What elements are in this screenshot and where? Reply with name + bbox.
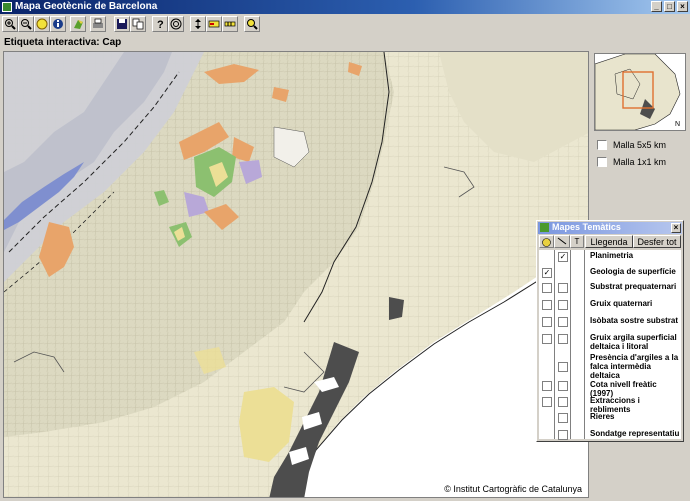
theme-checkbox[interactable] xyxy=(542,397,552,407)
close-button[interactable]: × xyxy=(677,1,688,12)
theme-label: Gruix argila superficial deltaica i lito… xyxy=(590,333,677,351)
window-title: Mapa Geotècnic de Barcelona xyxy=(15,1,158,12)
grid-5x5-checkbox[interactable] xyxy=(597,140,607,150)
thematic-maps-window: Mapes Temàtics × T Llegenda Desfer tot ✓… xyxy=(536,220,684,442)
search-icon[interactable] xyxy=(244,16,260,32)
map-copyright: © Institut Cartogràfic de Catalunya xyxy=(444,484,582,494)
theme-checkbox[interactable] xyxy=(542,334,552,344)
theme-label: Gruix quaternari xyxy=(590,299,653,308)
maximize-button[interactable]: □ xyxy=(664,1,675,12)
geological-map xyxy=(4,52,588,497)
pan-hand-icon[interactable] xyxy=(34,16,50,32)
title-bar: Mapa Geotècnic de Barcelona _ □ × xyxy=(0,0,690,14)
grid-1x1-label: Malla 1x1 km xyxy=(613,157,667,167)
info-icon[interactable] xyxy=(50,16,66,32)
toolbar: ? xyxy=(0,15,690,34)
label-icon[interactable] xyxy=(206,16,222,32)
layers-icon[interactable] xyxy=(70,16,86,32)
interactive-label-status: Etiqueta interactiva: Cap xyxy=(4,37,122,48)
thematic-maps-icon xyxy=(540,223,549,232)
theme-checkbox-secondary[interactable] xyxy=(558,397,568,407)
map-canvas[interactable]: © Institut Cartogràfic de Catalunya xyxy=(3,51,589,498)
theme-label: Presència d'argiles a la falca intermèdi… xyxy=(590,353,679,380)
grid-1x1-checkbox[interactable] xyxy=(597,157,607,167)
measure-icon[interactable] xyxy=(190,16,206,32)
theme-checkbox[interactable] xyxy=(542,300,552,310)
theme-checkbox-secondary[interactable] xyxy=(558,317,568,327)
theme-checkbox-secondary[interactable] xyxy=(558,430,568,440)
copy-icon[interactable] xyxy=(130,16,146,32)
column-divider xyxy=(570,250,571,439)
grid-5x5-option[interactable]: Malla 5x5 km xyxy=(597,140,666,150)
theme-checkbox[interactable]: ✓ xyxy=(542,268,552,278)
minimize-button[interactable]: _ xyxy=(651,1,662,12)
undo-all-button[interactable]: Desfer tot xyxy=(633,235,681,248)
theme-label: Rieres xyxy=(590,412,615,421)
theme-label: Geologia de superfície xyxy=(590,267,676,276)
theme-checkbox[interactable] xyxy=(542,381,552,391)
theme-checkbox-secondary[interactable] xyxy=(558,381,568,391)
theme-checkbox-secondary[interactable] xyxy=(558,283,568,293)
north-icon: N xyxy=(675,121,680,128)
thematic-maps-titlebar[interactable]: Mapes Temàtics × xyxy=(538,222,682,234)
thematic-header: T Llegenda Desfer tot xyxy=(539,235,681,249)
theme-checkbox-secondary[interactable] xyxy=(558,334,568,344)
theme-checkbox-secondary[interactable] xyxy=(558,362,568,372)
theme-checkbox-secondary[interactable] xyxy=(558,300,568,310)
grid-1x1-option[interactable]: Malla 1x1 km xyxy=(597,157,666,167)
theme-label: Sondatge representatiu xyxy=(590,429,680,438)
app-icon xyxy=(2,2,12,12)
line-column-icon xyxy=(554,235,570,248)
thematic-close-button[interactable]: × xyxy=(671,223,681,233)
overview-map-graphic: N xyxy=(595,54,685,130)
thematic-maps-title: Mapes Temàtics xyxy=(552,222,621,232)
target-icon[interactable] xyxy=(168,16,184,32)
thematic-list: ✓ Planimetria ✓ Geologia de superfície S… xyxy=(539,250,681,440)
theme-checkbox-secondary[interactable] xyxy=(558,413,568,423)
print-icon[interactable] xyxy=(90,16,106,32)
svg-text:?: ? xyxy=(157,19,164,30)
save-icon[interactable] xyxy=(114,16,130,32)
theme-checkbox-secondary[interactable]: ✓ xyxy=(558,252,568,262)
help-icon[interactable]: ? xyxy=(152,16,168,32)
theme-label: Planimetria xyxy=(590,251,634,260)
grid-5x5-label: Malla 5x5 km xyxy=(613,140,667,150)
column-divider xyxy=(554,250,555,439)
theme-label: Isòbata sostre substrat xyxy=(590,316,679,325)
zoom-out-icon[interactable] xyxy=(18,16,34,32)
legend-button[interactable]: Llegenda xyxy=(585,235,633,248)
theme-checkbox[interactable] xyxy=(542,283,552,293)
scale-icon[interactable] xyxy=(222,16,238,32)
column-t: T xyxy=(570,235,584,248)
zoom-in-icon[interactable] xyxy=(2,16,18,32)
visibility-column-icon xyxy=(539,235,554,248)
theme-checkbox[interactable] xyxy=(542,317,552,327)
overview-map[interactable]: N xyxy=(594,53,686,131)
theme-label: Substrat prequaternari xyxy=(590,282,677,291)
column-divider xyxy=(584,250,585,439)
